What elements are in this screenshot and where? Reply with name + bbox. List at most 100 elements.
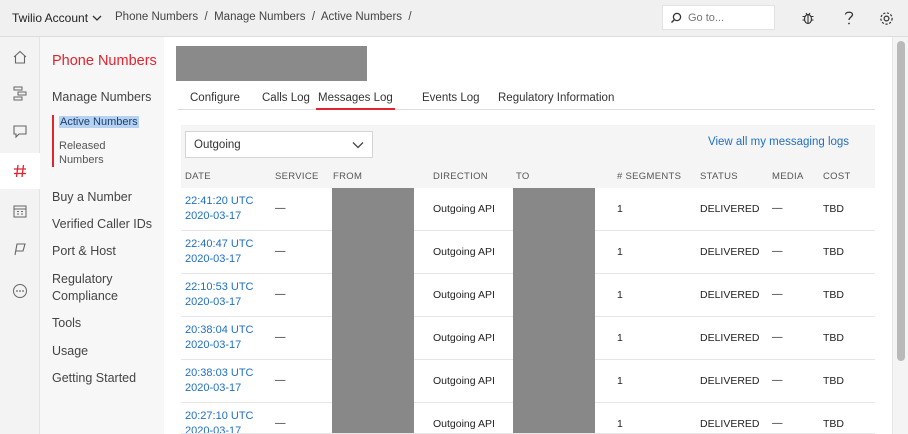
redacted-from (332, 360, 414, 403)
account-label: Twilio Account (12, 11, 89, 25)
rail-phone-numbers[interactable] (0, 153, 40, 189)
tab-messages-log[interactable]: Messages Log (316, 92, 395, 110)
view-all-messaging-logs-link[interactable]: View all my messaging logs (708, 136, 849, 148)
rail-more[interactable] (0, 273, 40, 309)
redacted-from (332, 274, 414, 317)
table-row[interactable]: 22:40:47 UTC 2020-03-17 — Outgoing API 1 … (181, 231, 875, 274)
top-bar: Twilio Account Phone Numbers / Manage Nu… (0, 0, 908, 37)
gear-icon (879, 11, 893, 25)
service-cell: — (275, 417, 286, 429)
redacted-to (513, 317, 595, 360)
redacted-from (332, 188, 414, 231)
segments-cell: 1 (617, 418, 623, 430)
redacted-to (513, 231, 595, 274)
nav-tools[interactable]: Tools (52, 315, 81, 332)
redacted-to (513, 403, 595, 433)
help-button[interactable] (840, 9, 858, 27)
breadcrumb-phone-numbers[interactable]: Phone Numbers (115, 11, 198, 23)
redacted-to (513, 360, 595, 403)
column-header-cost[interactable]: COST (823, 171, 851, 182)
cost-cell: TBD (823, 332, 844, 344)
nav-released-numbers[interactable]: Released Numbers (59, 139, 119, 167)
message-date-link[interactable]: 22:40:47 UTC 2020-03-17 (185, 237, 253, 267)
column-header-to[interactable]: TO (516, 171, 530, 182)
table-row[interactable]: 20:38:03 UTC 2020-03-17 — Outgoing API 1 … (181, 360, 875, 403)
settings-button[interactable] (877, 9, 895, 27)
direction-cell: Outgoing API (433, 332, 495, 344)
rail-messaging[interactable] (0, 113, 40, 149)
column-header-direction[interactable]: DIRECTION (433, 171, 488, 182)
nav-buy-a-number[interactable]: Buy a Number (52, 189, 132, 206)
direction-cell: Outgoing API (433, 289, 495, 301)
segments-cell: 1 (617, 332, 623, 344)
status-cell: DELIVERED (700, 203, 760, 215)
direction-cell: Outgoing API (433, 246, 495, 258)
main-content: Configure Calls Log Messages Log Events … (164, 37, 892, 434)
direction-filter-value: Outgoing (194, 138, 241, 151)
column-header-service[interactable]: SERVICE (275, 171, 319, 182)
table-row[interactable]: 22:41:20 UTC 2020-03-17 — Outgoing API 1 … (181, 188, 875, 231)
message-date-link[interactable]: 22:10:53 UTC 2020-03-17 (185, 280, 253, 310)
service-cell: — (275, 245, 286, 257)
nav-port-host[interactable]: Port & Host (52, 243, 116, 260)
nav-regulatory-compliance[interactable]: Regulatory Compliance (52, 271, 132, 305)
column-header-status[interactable]: STATUS (700, 171, 738, 182)
rail-studio[interactable] (0, 75, 40, 111)
service-cell: — (275, 288, 286, 300)
tab-configure[interactable]: Configure (190, 92, 240, 110)
rail-organization[interactable] (0, 193, 40, 229)
direction-filter-select[interactable]: Outgoing (185, 131, 373, 158)
column-header-from[interactable]: FROM (333, 171, 362, 182)
message-date-link[interactable]: 20:38:04 UTC 2020-03-17 (185, 323, 253, 353)
search-box[interactable] (662, 5, 775, 30)
message-date-link[interactable]: 20:38:03 UTC 2020-03-17 (185, 366, 253, 396)
column-header-segments[interactable]: # SEGMENTS (617, 171, 681, 182)
cost-cell: TBD (823, 375, 844, 387)
nav-active-numbers[interactable]: Active Numbers (59, 115, 139, 129)
status-cell: DELIVERED (700, 289, 760, 301)
breadcrumb: Phone Numbers / Manage Numbers / Active … (115, 11, 412, 23)
tab-calls-log[interactable]: Calls Log (262, 92, 310, 110)
direction-cell: Outgoing API (433, 418, 495, 430)
service-cell: — (275, 374, 286, 386)
media-cell: — (772, 288, 783, 300)
message-date-link[interactable]: 20:27:10 UTC 2020-03-17 (185, 409, 253, 433)
nav-manage-numbers[interactable]: Manage Numbers (52, 89, 151, 106)
cost-cell: TBD (823, 203, 844, 215)
column-header-media[interactable]: MEDIA (772, 171, 804, 182)
breadcrumb-active-numbers[interactable]: Active Numbers (321, 11, 402, 23)
bug-icon (802, 12, 814, 25)
search-input[interactable] (688, 11, 768, 24)
home-icon (13, 50, 27, 64)
column-header-date[interactable]: DATE (185, 171, 211, 182)
section-title: Phone Numbers (52, 53, 157, 69)
nav-verified-caller-ids[interactable]: Verified Caller IDs (52, 216, 152, 233)
page-scrollbar[interactable] (892, 37, 908, 434)
tab-regulatory-information[interactable]: Regulatory Information (498, 92, 614, 110)
status-cell: DELIVERED (700, 246, 760, 258)
table-row[interactable]: 20:27:10 UTC 2020-03-17 — Outgoing API 1 … (181, 403, 875, 434)
segments-cell: 1 (617, 289, 623, 301)
media-cell: — (772, 245, 783, 257)
tab-events-log[interactable]: Events Log (422, 92, 480, 110)
redacted-phone-number (176, 46, 367, 81)
nav-getting-started[interactable]: Getting Started (52, 370, 136, 387)
debugger-button[interactable] (799, 9, 817, 27)
more-icon (13, 284, 27, 298)
scrollbar-thumb[interactable] (897, 41, 905, 361)
message-date-link[interactable]: 22:41:20 UTC 2020-03-17 (185, 194, 253, 224)
rail-flex[interactable] (0, 231, 40, 267)
rail-home[interactable] (0, 39, 40, 75)
account-switcher[interactable]: Twilio Account (12, 11, 102, 25)
search-icon (671, 12, 682, 23)
chat-icon (13, 125, 27, 139)
service-cell: — (275, 331, 286, 343)
table-row[interactable]: 20:38:04 UTC 2020-03-17 — Outgoing API 1 … (181, 317, 875, 360)
table-row[interactable]: 22:10:53 UTC 2020-03-17 — Outgoing API 1 … (181, 274, 875, 317)
segments-cell: 1 (617, 246, 623, 258)
flag-icon (14, 243, 26, 256)
breadcrumb-manage-numbers[interactable]: Manage Numbers (214, 11, 305, 23)
media-cell: — (772, 202, 783, 214)
flow-icon (13, 86, 27, 101)
nav-usage[interactable]: Usage (52, 343, 88, 360)
